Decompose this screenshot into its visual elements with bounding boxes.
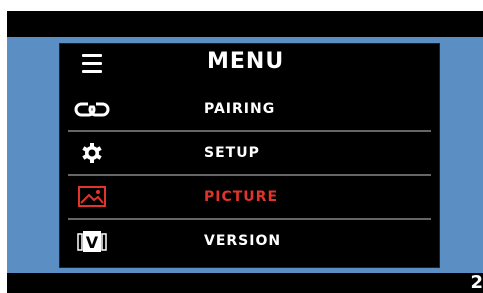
menu-item-pairing[interactable]: PAIRING [60,88,439,132]
menu-item-picture[interactable]: PICTURE [60,176,439,220]
menu-header: MENU [60,44,439,84]
picture-icon [78,186,106,207]
screen-background: MENU PAIRING SETUP PICTURE V VERSION [7,37,483,273]
menu-title: MENU [207,49,285,74]
svg-text:V: V [86,233,99,252]
version-icon: V [77,231,107,252]
menu-item-label: PAIRING [204,101,276,117]
menu-item-label: PICTURE [204,189,279,205]
menu-panel: MENU PAIRING SETUP PICTURE V VERSION [59,43,440,268]
gear-icon [82,143,102,163]
hamburger-icon[interactable] [82,54,102,73]
menu-item-setup[interactable]: SETUP [60,132,439,176]
menu-item-version[interactable]: V VERSION [60,220,439,264]
menu-item-label: SETUP [204,145,260,161]
device-screen: MENU PAIRING SETUP PICTURE V VERSION 2 [7,11,483,293]
pairing-link-icon [74,102,110,117]
corner-glyph: 2 [470,272,483,293]
menu-item-label: VERSION [204,233,282,249]
menu-list: PAIRING SETUP PICTURE V VERSION [60,88,439,264]
